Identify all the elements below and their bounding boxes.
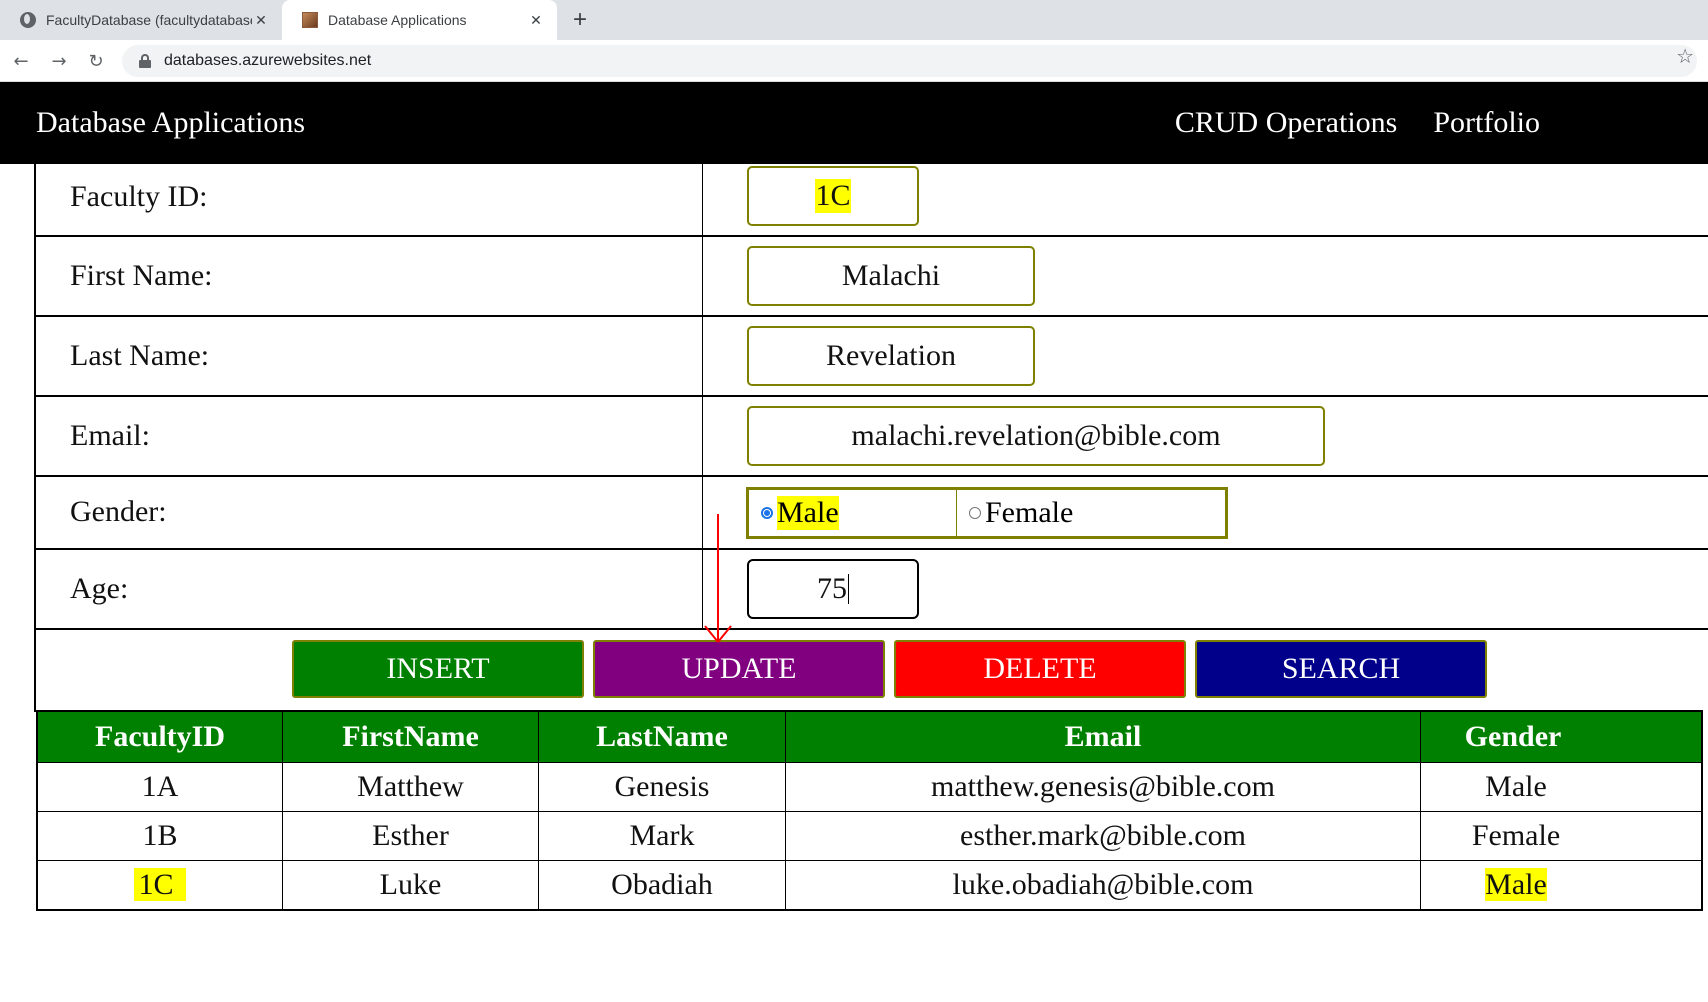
portrait-favicon-icon xyxy=(302,12,318,28)
cell-firstname: Luke xyxy=(282,860,539,911)
gender-text: Male xyxy=(1485,770,1547,803)
site-nav: CRUD Operations Portfolio xyxy=(1175,82,1540,164)
reload-icon[interactable]: ↻ xyxy=(83,48,109,74)
table-row[interactable]: 1C Luke Obadiah luke.obadiah@bible.com M… xyxy=(36,860,1703,911)
email-label: Email: xyxy=(70,419,150,452)
search-button[interactable]: SEARCH xyxy=(1195,640,1487,698)
table-row[interactable]: 1A Matthew Genesis matthew.genesis@bible… xyxy=(36,762,1703,812)
form-row-first-name: First Name: Malachi xyxy=(34,237,1708,317)
column-divider xyxy=(702,397,703,475)
cell-gender: Male xyxy=(1420,762,1703,812)
gender-female-label: Female xyxy=(985,496,1074,529)
cell-lastname: Mark xyxy=(538,811,786,861)
table-header-row: FacultyID FirstName LastName Email Gende… xyxy=(36,710,1703,763)
cell-facultyid: 1A xyxy=(36,762,283,812)
text-cursor xyxy=(848,574,849,604)
site-header: Database Applications CRUD Operations Po… xyxy=(0,82,1708,164)
faculty-id-input[interactable]: 1C xyxy=(747,166,919,226)
url-input[interactable]: databases.azurewebsites.net xyxy=(122,45,1697,77)
close-icon[interactable]: ✕ xyxy=(252,11,270,29)
column-header-lastname: LastName xyxy=(538,710,786,763)
column-header-facultyid: FacultyID xyxy=(36,710,283,763)
cell-gender: Female xyxy=(1420,811,1703,861)
last-name-label: Last Name: xyxy=(70,339,210,372)
lock-icon xyxy=(138,54,152,68)
form-row-email: Email: malachi.revelation@bible.com xyxy=(34,397,1708,477)
table-row[interactable]: 1B Esther Mark esther.mark@bible.com Fem… xyxy=(36,811,1703,861)
update-button[interactable]: UPDATE xyxy=(593,640,885,698)
cell-lastname: Genesis xyxy=(538,762,786,812)
gender-text-wrap: Male xyxy=(1421,868,1611,902)
radio-male[interactable] xyxy=(761,507,773,519)
address-bar: ← → ↻ databases.azurewebsites.net ☆ xyxy=(0,40,1708,82)
cell-email: luke.obadiah@bible.com xyxy=(785,860,1421,911)
delete-button[interactable]: DELETE xyxy=(894,640,1186,698)
cell-gender: Male xyxy=(1420,860,1703,911)
red-arrow-annotation xyxy=(704,514,732,643)
gender-option-male[interactable]: Male xyxy=(749,490,957,536)
url-text: databases.azurewebsites.net xyxy=(164,52,372,69)
tab-title: Database Applications xyxy=(328,12,467,28)
tab-database-applications[interactable]: Database Applications ✕ xyxy=(282,0,557,40)
highlighted-id: 1C xyxy=(134,868,186,901)
column-header-gender: Gender xyxy=(1420,710,1703,763)
age-label: Age: xyxy=(70,572,129,605)
last-name-input[interactable]: Revelation xyxy=(747,326,1035,386)
cell-firstname: Esther xyxy=(282,811,539,861)
cell-facultyid: 1C xyxy=(36,860,283,911)
faculty-form: Faculty ID: 1C First Name: Malachi Last … xyxy=(34,164,1708,712)
nav-link-crud-operations[interactable]: CRUD Operations xyxy=(1175,82,1397,164)
first-name-input[interactable]: Malachi xyxy=(747,246,1035,306)
bookmark-star-icon[interactable]: ☆ xyxy=(1676,44,1694,68)
faculty-id-label: Faculty ID: xyxy=(70,180,208,213)
age-value: 75 xyxy=(817,572,847,605)
email-input[interactable]: malachi.revelation@bible.com xyxy=(747,406,1325,466)
cell-firstname: Matthew xyxy=(282,762,539,812)
tab-faculty-database[interactable]: FacultyDatabase (facultydatabase ✕ xyxy=(0,0,282,40)
nav-link-portfolio[interactable]: Portfolio xyxy=(1433,82,1540,164)
form-row-age: Age: 75 xyxy=(34,550,1708,630)
faculty-id-value: 1C xyxy=(815,179,851,213)
insert-button[interactable]: INSERT xyxy=(292,640,584,698)
cell-lastname: Obadiah xyxy=(538,860,786,911)
tab-title: FacultyDatabase (facultydatabase xyxy=(46,12,252,28)
column-divider xyxy=(702,164,703,235)
gender-label: Gender: xyxy=(70,495,167,528)
faculty-table: FacultyID FirstName LastName Email Gende… xyxy=(36,710,1703,911)
form-row-gender: Gender: Male Female xyxy=(34,477,1708,550)
radio-female[interactable] xyxy=(969,507,981,519)
globe-icon xyxy=(20,12,36,28)
column-header-firstname: FirstName xyxy=(282,710,539,763)
column-divider xyxy=(702,317,703,395)
cell-email: matthew.genesis@bible.com xyxy=(785,762,1421,812)
gender-male-label: Male xyxy=(777,496,839,530)
close-icon[interactable]: ✕ xyxy=(527,11,545,29)
age-input[interactable]: 75 xyxy=(747,559,919,619)
back-arrow-icon[interactable]: ← xyxy=(8,48,34,74)
gender-header-text: Gender xyxy=(1464,720,1562,753)
highlighted-gender: Male xyxy=(1485,868,1547,901)
first-name-label: First Name: xyxy=(70,259,213,292)
cell-email: esther.mark@bible.com xyxy=(785,811,1421,861)
new-tab-button[interactable]: + xyxy=(566,6,594,34)
form-row-faculty-id: Faculty ID: 1C xyxy=(34,164,1708,237)
browser-tab-bar: FacultyDatabase (facultydatabase ✕ Datab… xyxy=(0,0,1708,40)
action-buttons: INSERT UPDATE DELETE SEARCH xyxy=(34,630,1708,712)
site-brand[interactable]: Database Applications xyxy=(36,82,305,164)
cell-facultyid: 1B xyxy=(36,811,283,861)
column-header-email: Email xyxy=(785,710,1421,763)
form-row-last-name: Last Name: Revelation xyxy=(34,317,1708,397)
gender-text: Female xyxy=(1471,819,1561,852)
gender-radio-group: Male Female xyxy=(746,487,1228,539)
forward-arrow-icon[interactable]: → xyxy=(46,48,72,74)
gender-option-female[interactable]: Female xyxy=(957,490,1073,536)
column-divider xyxy=(702,237,703,315)
